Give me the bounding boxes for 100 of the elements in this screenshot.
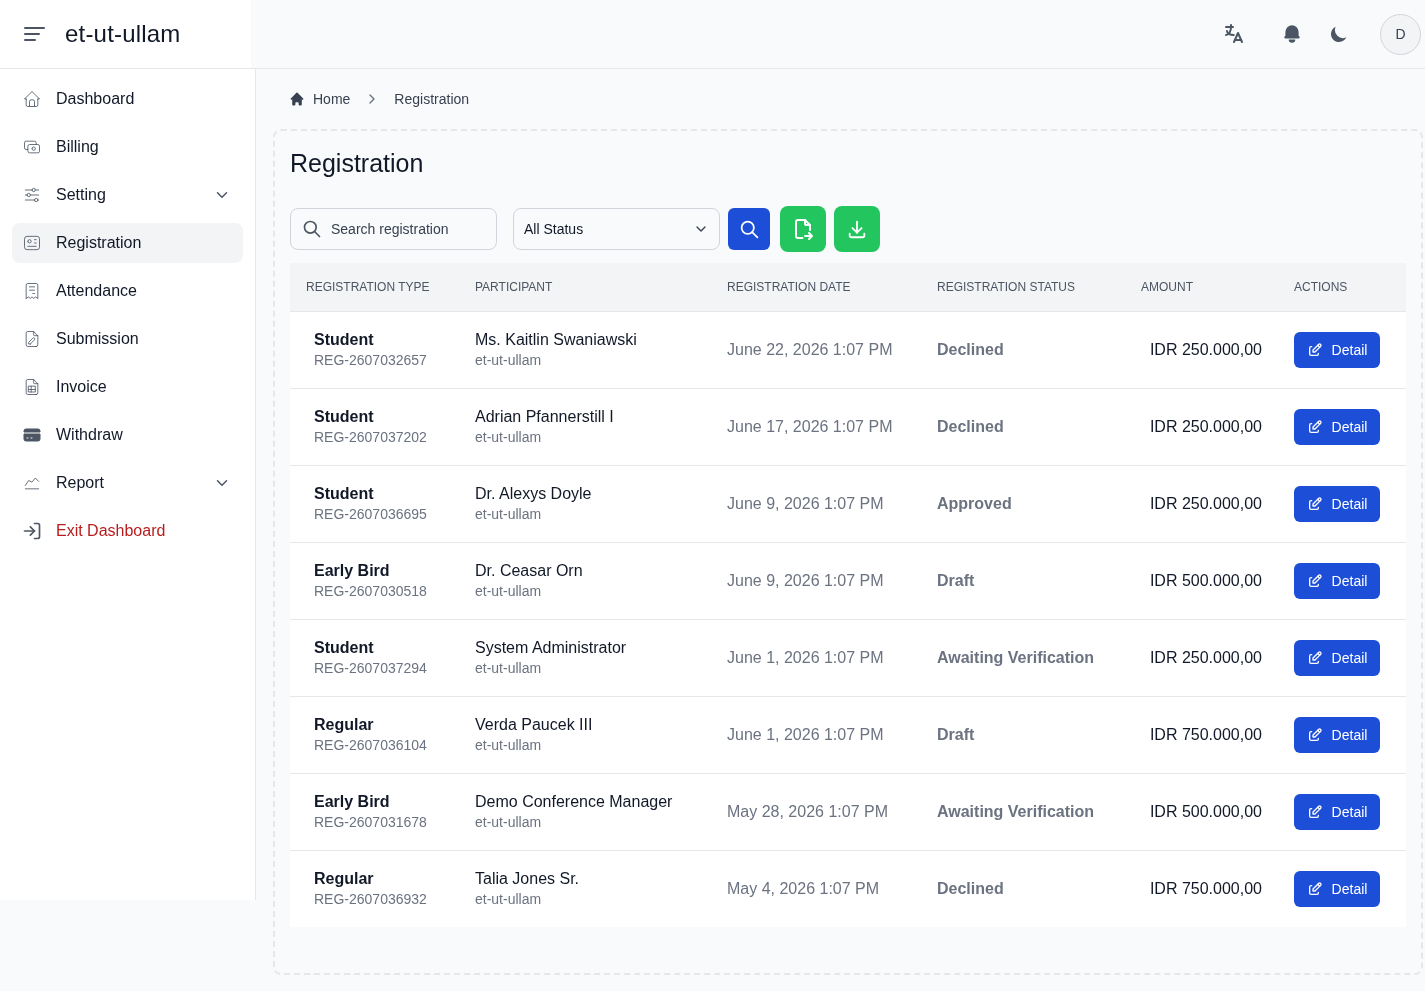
registration-code: REG-2607030518 [314, 583, 427, 599]
amount: IDR 500.000,00 [1149, 802, 1262, 820]
download-icon [846, 218, 868, 240]
detail-button[interactable]: Detail [1294, 408, 1380, 445]
registration-date: June 9, 2026 1:07 PM [727, 571, 884, 589]
arrow-into-bracket-icon [22, 521, 42, 541]
detail-button[interactable]: Detail [1294, 716, 1380, 753]
bell-icon[interactable] [1281, 23, 1303, 45]
column-header: ACTIONS [1278, 263, 1406, 311]
sidebar-item[interactable]: Submission [12, 319, 243, 359]
amount: IDR 500.000,00 [1149, 571, 1262, 589]
edit-icon [1306, 418, 1323, 435]
edit-icon [1306, 341, 1323, 358]
registration-code: REG-2607032657 [314, 352, 427, 368]
registration-date: June 9, 2026 1:07 PM [727, 494, 884, 512]
sidebar-item[interactable]: Dashboard [12, 79, 243, 119]
search-field[interactable]: Search registration [290, 208, 497, 250]
breadcrumb-link[interactable]: Home [289, 91, 351, 107]
detail-button[interactable]: Detail [1294, 870, 1380, 907]
column-header: PARTICIPANT [459, 263, 711, 311]
registration-date: May 4, 2026 1:07 PM [727, 879, 880, 897]
registration-date: June 1, 2026 1:07 PM [727, 648, 884, 666]
sidebar-item[interactable]: Report [12, 463, 243, 503]
sidebar-item[interactable]: Billing [12, 127, 243, 167]
detail-button[interactable]: Detail [1294, 331, 1380, 368]
column-header: AMOUNT [1125, 263, 1278, 311]
menu-icon[interactable] [24, 26, 45, 42]
participant-name: Ms. Kaitlin Swaniawski [475, 331, 637, 349]
brand-name: et-ut-ullam [65, 20, 181, 48]
registration-type: Regular [314, 716, 374, 734]
detail-button[interactable]: Detail [1294, 485, 1380, 522]
registration-date: June 1, 2026 1:07 PM [727, 725, 884, 743]
registration-status: Declined [937, 879, 1004, 897]
registration-type: Student [314, 331, 374, 349]
registration-code: REG-2607036104 [314, 737, 427, 753]
participant-name: Dr. Ceasar Orn [475, 562, 583, 580]
sidebar-item[interactable]: Exit Dashboard [12, 511, 243, 551]
home-icon [289, 91, 305, 107]
column-header: REGISTRATION DATE [711, 263, 921, 311]
amount: IDR 250.000,00 [1149, 648, 1262, 666]
participant-name: Demo Conference Manager [475, 793, 673, 811]
search-icon [302, 219, 322, 239]
amount: IDR 750.000,00 [1149, 879, 1262, 897]
amount: IDR 250.000,00 [1149, 494, 1262, 512]
participant-name: Dr. Alexys Doyle [475, 485, 592, 503]
registration-code: REG-2607036932 [314, 891, 427, 908]
participant-name: Verda Paucek III [475, 716, 593, 734]
edit-icon [1306, 495, 1323, 512]
search-icon [738, 218, 760, 240]
registration-status: Declined [937, 417, 1004, 435]
credit-card-icon [22, 425, 42, 445]
detail-button[interactable]: Detail [1294, 639, 1380, 676]
edit-icon [1306, 726, 1323, 743]
edit-icon [1306, 803, 1323, 820]
registration-type: Student [314, 639, 374, 657]
participant-name: Talia Jones Sr. [475, 870, 580, 889]
registration-type: Early Bird [314, 793, 390, 811]
registration-code: REG-2607037294 [314, 660, 427, 676]
moon-icon[interactable] [1329, 24, 1349, 44]
edit-icon [1306, 880, 1323, 897]
edit-icon [1306, 649, 1323, 666]
registration-code: REG-2607037202 [314, 429, 427, 445]
avatar[interactable]: D [1380, 13, 1421, 55]
search-button[interactable] [728, 208, 770, 250]
sidebar-item[interactable]: Attendance [12, 271, 243, 311]
sidebar-item[interactable]: Setting [12, 175, 243, 215]
id-card-icon [22, 233, 42, 253]
status-select[interactable]: All Status [513, 208, 720, 250]
participant-organization: et-ut-ullam [475, 891, 542, 908]
participant-organization: et-ut-ullam [475, 737, 542, 753]
registration-date: May 28, 2026 1:07 PM [727, 802, 888, 820]
column-header: REGISTRATION TYPE [290, 263, 459, 311]
column-header: REGISTRATION STATUS [921, 263, 1125, 311]
amount: IDR 750.000,00 [1149, 725, 1262, 743]
registration-code: REG-2607036695 [314, 506, 427, 522]
detail-button[interactable]: Detail [1294, 793, 1380, 830]
participant-name: System Administrator [475, 639, 627, 657]
registration-status: Draft [937, 725, 975, 743]
registration-code: REG-2607031678 [314, 814, 427, 830]
participant-name: Adrian Pfannerstill I [475, 408, 614, 426]
sidebar-item[interactable]: Registration [12, 223, 243, 263]
detail-button[interactable]: Detail [1294, 562, 1380, 599]
edit-icon [1306, 572, 1323, 589]
amount: IDR 250.000,00 [1149, 417, 1262, 435]
participant-organization: et-ut-ullam [475, 352, 542, 368]
sliders-icon [22, 185, 42, 205]
participant-organization: et-ut-ullam [475, 814, 542, 830]
registration-type: Student [314, 485, 374, 503]
registration-type: Early Bird [314, 562, 390, 580]
participant-organization: et-ut-ullam [475, 429, 542, 445]
participant-organization: et-ut-ullam [475, 583, 542, 599]
registration-type: Regular [314, 870, 374, 889]
sidebar-item[interactable]: Withdraw [12, 415, 243, 455]
translate-icon[interactable] [1222, 22, 1246, 46]
page-title: Registration [290, 148, 425, 178]
participant-organization: et-ut-ullam [475, 660, 542, 676]
participant-organization: et-ut-ullam [475, 506, 542, 522]
breadcrumb-current: Registration [394, 91, 470, 107]
sidebar-item[interactable]: Invoice [12, 367, 243, 407]
registration-date: June 22, 2026 1:07 PM [727, 340, 893, 358]
